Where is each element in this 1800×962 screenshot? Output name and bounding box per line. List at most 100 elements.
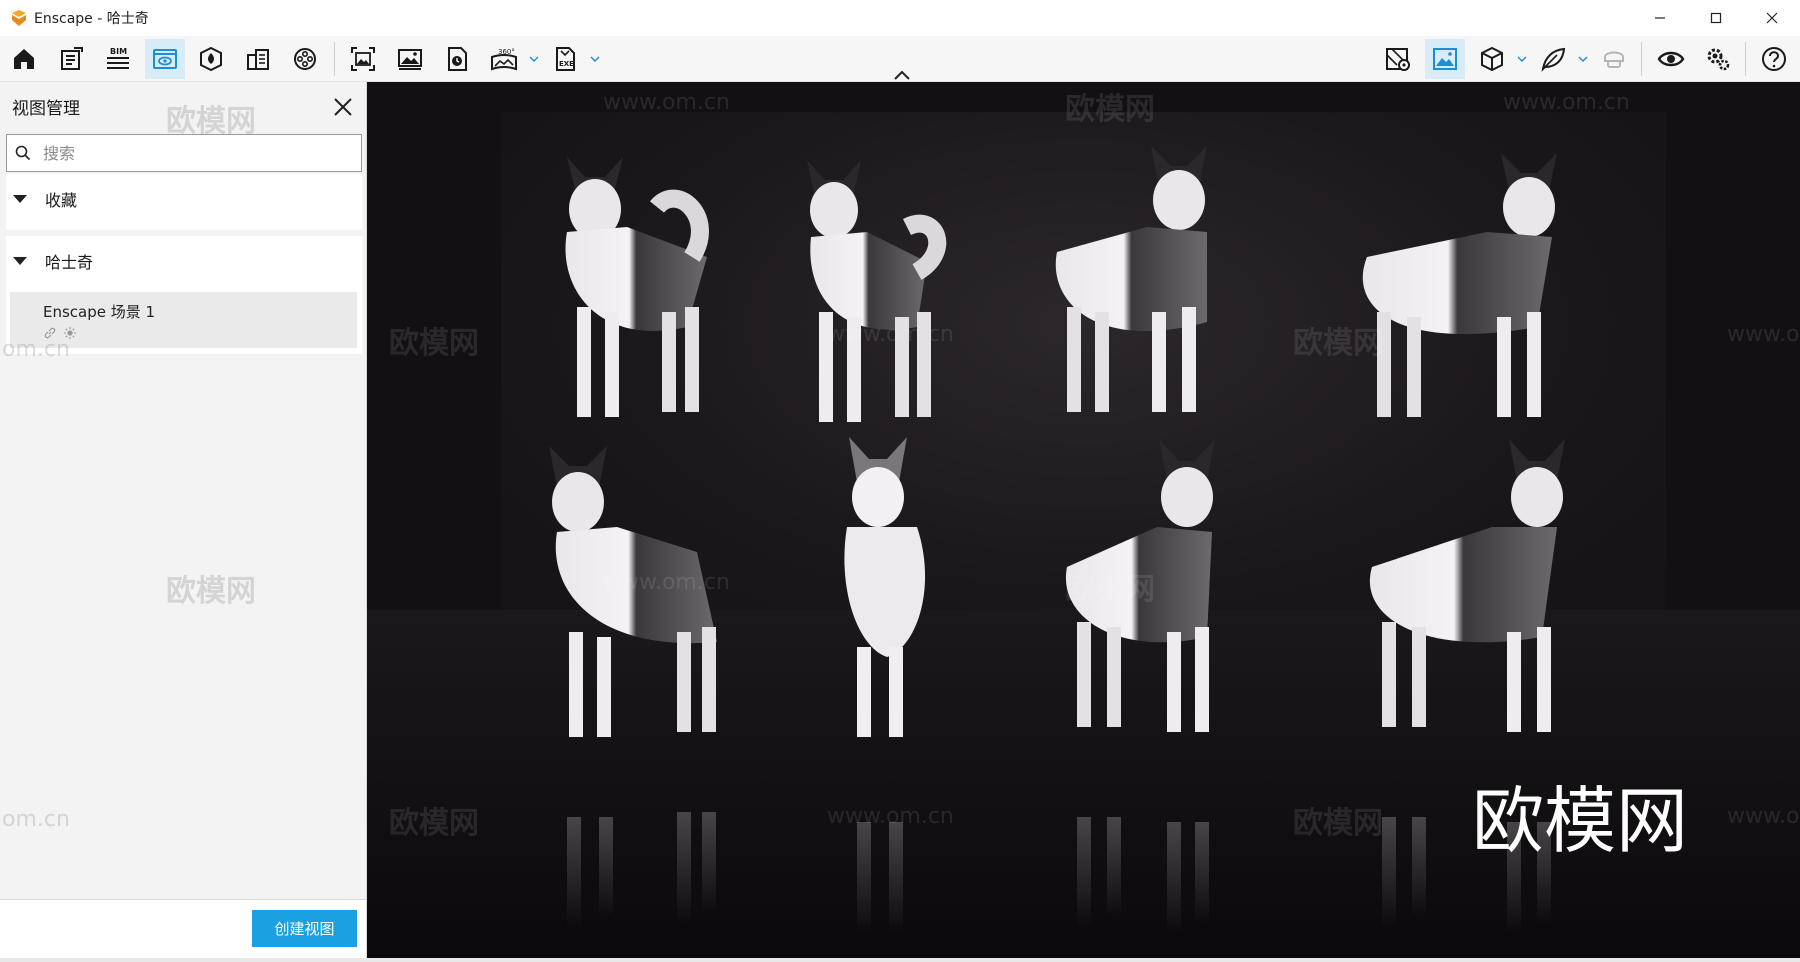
- close-icon: [1766, 12, 1778, 24]
- notes-button[interactable]: [51, 39, 91, 79]
- settings-icon: [1707, 48, 1730, 71]
- eye-icon: [1657, 51, 1685, 67]
- close-panel-icon[interactable]: [330, 94, 356, 120]
- help-button[interactable]: [1754, 39, 1794, 79]
- object-dropdown-toggle[interactable]: [1515, 50, 1529, 68]
- collapse-toolbar-chevron-up-icon[interactable]: [892, 68, 912, 82]
- maximize-icon: [1710, 12, 1722, 24]
- expand-triangle-icon: [13, 257, 27, 265]
- render-image-button[interactable]: [390, 39, 430, 79]
- watermark-url: www.om.cn: [603, 570, 730, 595]
- exe-export-icon: EXE: [556, 47, 575, 71]
- chevron-down-icon: [1517, 56, 1527, 62]
- floor-reflections: [567, 812, 1551, 932]
- watermark-url: www.om.cn: [827, 804, 954, 829]
- watermark-url-cut: www.o: [1727, 322, 1800, 347]
- husky-model: [807, 160, 947, 422]
- enscape-logo-icon: [12, 10, 26, 26]
- vr-headset-button[interactable]: [1594, 39, 1634, 79]
- screenshot-icon: [351, 47, 375, 71]
- bim-button[interactable]: BIM: [98, 39, 138, 79]
- help-icon: [1762, 47, 1786, 71]
- chevron-down-icon: [529, 56, 539, 62]
- husky-model: [844, 437, 926, 737]
- husky-model: [1369, 439, 1565, 732]
- image-icon: [398, 49, 422, 70]
- search-input[interactable]: [43, 143, 343, 163]
- bim-icon: BIM: [107, 47, 129, 69]
- window-title: Enscape - 哈士奇: [34, 11, 149, 27]
- screenshot-button[interactable]: [343, 39, 383, 79]
- expand-triangle-icon: [13, 195, 27, 203]
- vr-headset-icon: [1604, 51, 1624, 68]
- batch-render-button[interactable]: [437, 39, 477, 79]
- watermark-brand: 欧模网: [389, 326, 479, 361]
- panel-footer: 创建视图: [0, 899, 366, 962]
- watermark-url: www.om.cn: [827, 322, 954, 347]
- visual-settings-button[interactable]: [1651, 39, 1691, 79]
- husky-model: [1055, 146, 1207, 412]
- object-settings-button[interactable]: [1472, 39, 1512, 79]
- group-label: 收藏: [45, 191, 78, 210]
- asset-library-icon: [200, 46, 222, 72]
- create-view-button[interactable]: 创建视图: [252, 910, 357, 947]
- toolbar-divider: [334, 42, 335, 76]
- husky-model: [565, 157, 709, 417]
- favorites-group: 收藏: [6, 174, 362, 230]
- material-editor-button[interactable]: [1533, 39, 1573, 79]
- watermark-brand: 欧模网: [1065, 92, 1155, 127]
- chevron-down-icon: [590, 56, 600, 62]
- image-panel-icon: [1433, 48, 1457, 70]
- big-watermark: 欧模网: [1472, 779, 1689, 863]
- asset-library-button[interactable]: [191, 39, 231, 79]
- bim-label: BIM: [110, 47, 127, 56]
- panorama-file-icon: [448, 47, 467, 71]
- cube-icon: [1481, 46, 1503, 72]
- minimize-button[interactable]: [1632, 0, 1688, 36]
- watermark-brand: 欧模网: [1293, 326, 1383, 361]
- panorama-dropdown-toggle[interactable]: [527, 50, 541, 68]
- video-reel-icon: [294, 48, 316, 70]
- home-button[interactable]: [4, 39, 44, 79]
- maximize-button[interactable]: [1688, 0, 1744, 36]
- notes-icon: [61, 47, 83, 70]
- title-bar: Enscape - 哈士奇: [0, 0, 1800, 36]
- buildings-button[interactable]: [238, 39, 278, 79]
- general-settings-button[interactable]: [1698, 39, 1738, 79]
- husky-group-header[interactable]: 哈士奇: [6, 236, 362, 286]
- watermark-brand: 欧模网: [1065, 572, 1155, 607]
- minimize-icon: [1655, 17, 1665, 19]
- view-management-icon: [153, 49, 177, 69]
- image-panel-button[interactable]: [1425, 39, 1465, 79]
- watermark-brand: 欧模网: [1293, 806, 1383, 841]
- material-dropdown-toggle[interactable]: [1576, 50, 1590, 68]
- toolbar-divider: [1745, 42, 1746, 76]
- search-icon: [15, 145, 31, 161]
- leaf-icon: [1541, 47, 1566, 72]
- toolbar-divider: [1641, 42, 1642, 76]
- favorites-group-header[interactable]: 收藏: [6, 174, 362, 224]
- close-window-button[interactable]: [1744, 0, 1800, 36]
- exe-label: EXE: [559, 60, 574, 68]
- watermark-url-partial: om.cn: [2, 337, 70, 362]
- watermark-url-partial: om.cn: [2, 807, 70, 832]
- panorama-button[interactable]: 360°: [484, 39, 524, 79]
- export-dropdown-toggle[interactable]: [588, 50, 602, 68]
- group-label: 哈士奇: [45, 253, 94, 272]
- export-exe-button[interactable]: EXE: [545, 39, 585, 79]
- video-editor-button[interactable]: [285, 39, 325, 79]
- watermark-brand: 欧模网: [389, 806, 479, 841]
- render-viewport[interactable]: www.om.cn 欧模网 www.om.cn 欧模网 www.om.cn 欧模…: [367, 82, 1800, 958]
- status-strip: [0, 958, 1800, 962]
- map-marker-icon: [1386, 48, 1410, 71]
- view-management-button[interactable]: [145, 39, 185, 79]
- view-item-label: Enscape 场景 1: [43, 303, 156, 321]
- watermark-brand: 欧模网: [166, 574, 256, 609]
- home-icon: [14, 49, 34, 69]
- watermark-url: www.om.cn: [1503, 90, 1630, 115]
- watermark-url: www.om.cn: [603, 90, 730, 115]
- panorama-360-icon: 360°: [491, 48, 517, 71]
- chevron-down-icon: [1578, 56, 1588, 62]
- buildings-icon: [247, 49, 269, 70]
- map-button[interactable]: [1378, 39, 1418, 79]
